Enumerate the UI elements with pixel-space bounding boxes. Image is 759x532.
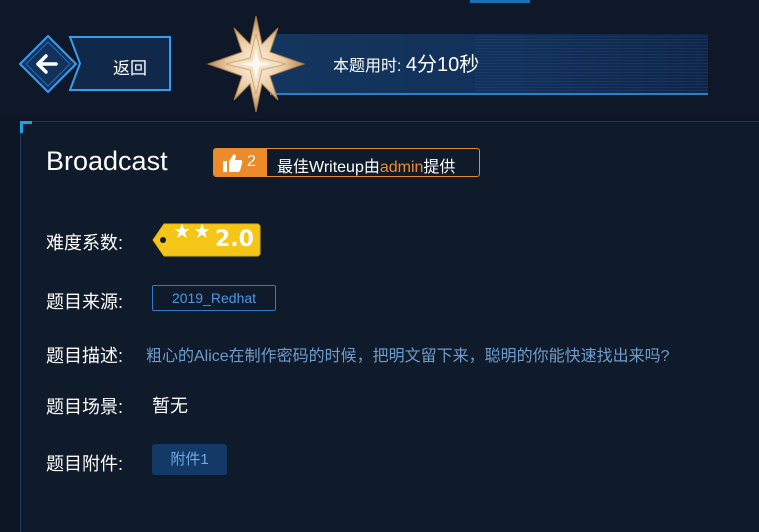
difficulty-value: 2.0 bbox=[215, 227, 254, 252]
difficulty-label: 难度系数: bbox=[46, 233, 124, 253]
star-icon bbox=[174, 223, 190, 238]
challenge-panel bbox=[20, 121, 759, 532]
top-glow bbox=[470, 0, 530, 3]
scene-label: 题目场景: bbox=[46, 397, 124, 417]
writeup-user[interactable]: admin bbox=[380, 159, 424, 176]
panel-corner-accent-vertical bbox=[20, 121, 23, 133]
source-tag[interactable]: 2019_Redhat bbox=[152, 285, 276, 311]
description-text: 粗心的Alice在制作密码的时候，把明文留下来，聪明的你能快速找出来吗? bbox=[146, 348, 670, 365]
like-count: 2 bbox=[247, 153, 256, 170]
back-arrow-icon bbox=[36, 54, 58, 74]
writeup-text: 最佳Writeup由admin提供 bbox=[277, 153, 455, 177]
timer-stripes bbox=[475, 34, 708, 94]
star-icon bbox=[194, 223, 210, 238]
description-label: 题目描述: bbox=[46, 346, 124, 366]
timer-label: 本题用时: bbox=[333, 58, 402, 75]
timer-value: 4分10秒 bbox=[405, 54, 480, 76]
timer-underline bbox=[270, 93, 708, 95]
back-button[interactable]: 返回 bbox=[18, 34, 173, 94]
best-writeup-button[interactable]: 2 最佳Writeup由admin提供 bbox=[213, 148, 480, 177]
scene-value: 暂无 bbox=[152, 396, 188, 416]
source-label: 题目来源: bbox=[46, 292, 124, 312]
compass-star-icon bbox=[206, 15, 306, 113]
thumbs-up-icon bbox=[223, 154, 243, 172]
like-box[interactable]: 2 bbox=[214, 149, 267, 176]
attachment-label: 题目附件: bbox=[46, 454, 124, 474]
back-label: 返回 bbox=[113, 59, 147, 78]
difficulty-badge: 2.0 bbox=[152, 223, 262, 257]
timer-text: 本题用时: 4分10秒 bbox=[333, 48, 479, 77]
writeup-prefix: 最佳Writeup由 bbox=[277, 159, 380, 176]
challenge-title: Broadcast bbox=[46, 146, 168, 176]
writeup-suffix: 提供 bbox=[423, 159, 456, 176]
attachment-button[interactable]: 附件1 bbox=[152, 444, 227, 475]
